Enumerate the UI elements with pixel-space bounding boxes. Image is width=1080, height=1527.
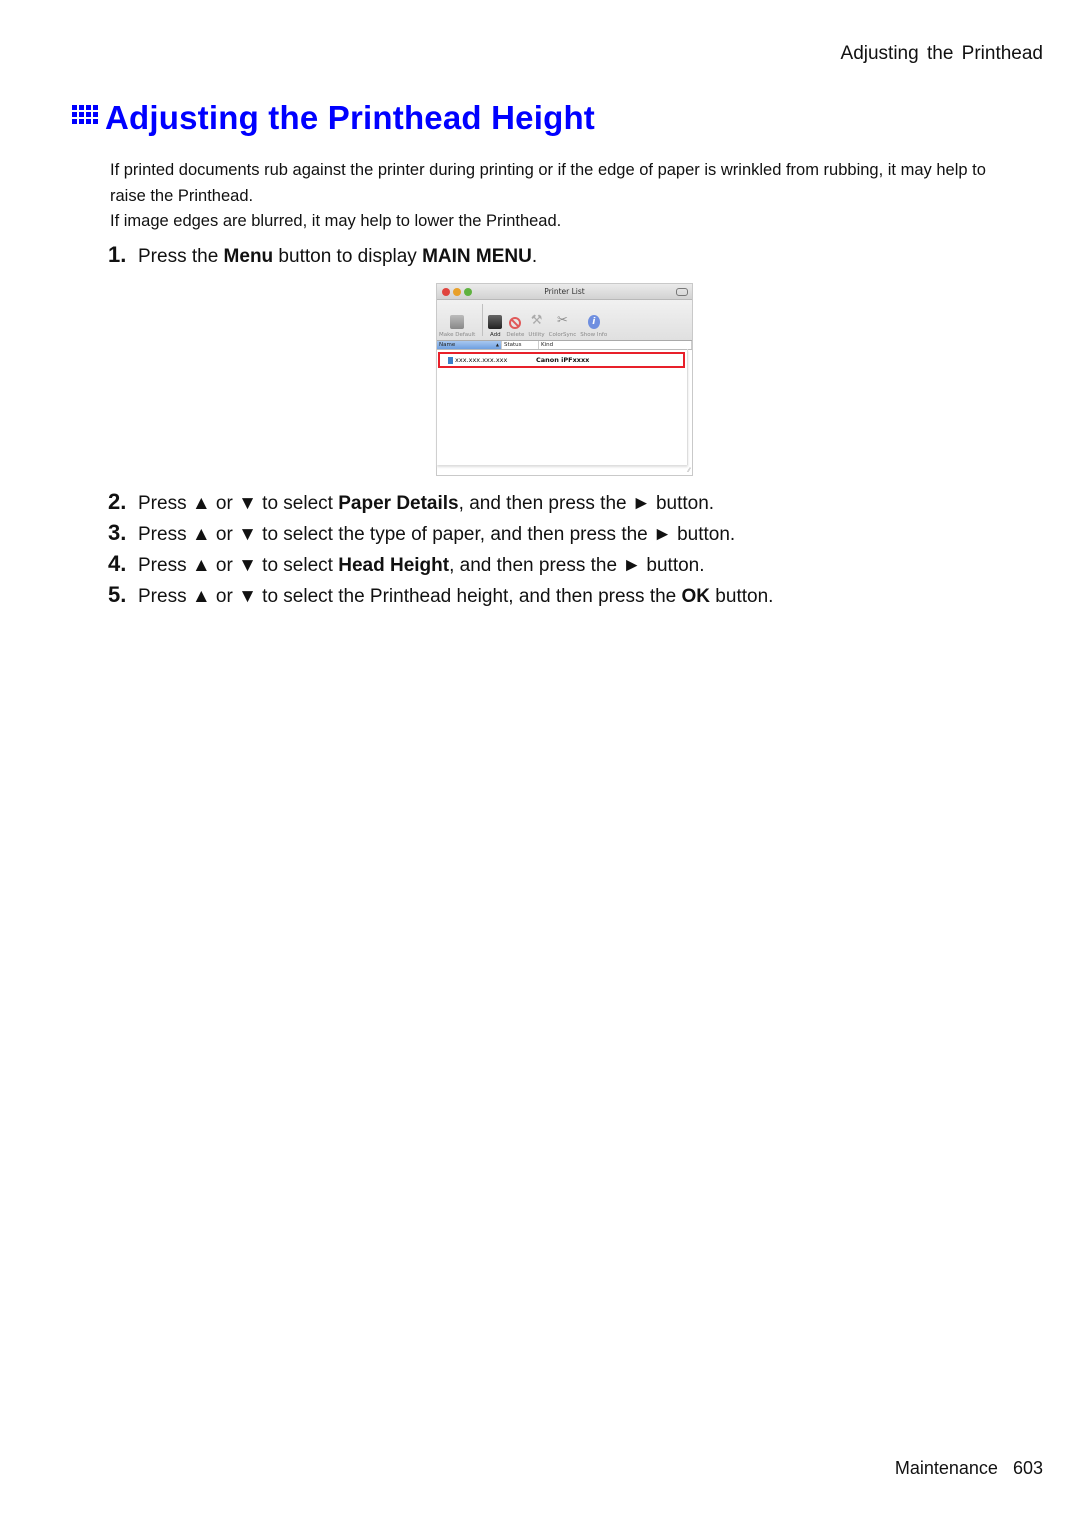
grid-icon	[72, 105, 98, 127]
step-2: 2. Press ▲ or ▼ to select Paper Details,…	[108, 489, 714, 515]
step-3: 3. Press ▲ or ▼ to select the type of pa…	[108, 520, 735, 546]
step-number: 5.	[108, 582, 127, 607]
colorsync-tool: ✂ ColorSync	[548, 312, 577, 339]
page-footer: Maintenance 603	[895, 1458, 1043, 1479]
step-text: Press ▲ or ▼ to select Paper Details, an…	[138, 493, 715, 514]
step-text: Press ▲ or ▼ to select the Printhead hei…	[138, 586, 774, 607]
make-default-tool: Make Default	[439, 315, 475, 340]
printer-name: xxx.xxx.xxx.xxx	[448, 356, 536, 364]
add-tool: Add	[488, 315, 503, 340]
printer-row-highlighted: xxx.xxx.xxx.xxx Canon iPFxxxx	[438, 352, 685, 368]
step-number: 3.	[108, 520, 127, 545]
step-1: 1. Press the Menu button to display MAIN…	[108, 242, 537, 268]
window-titlebar: Printer List	[437, 284, 692, 300]
intro-text: If printed documents rub against the pri…	[110, 158, 1000, 235]
step-number: 2.	[108, 489, 127, 514]
column-name: Name	[437, 341, 502, 349]
toolbar-toggle-icon	[676, 288, 688, 296]
step-text: Press ▲ or ▼ to select the type of paper…	[138, 524, 736, 545]
page-title: Adjusting the Printhead Height	[72, 99, 595, 137]
add-printer-icon	[488, 315, 503, 329]
step-text: Press the Menu button to display MAIN ME…	[138, 246, 538, 267]
toolbar-divider	[482, 304, 484, 336]
delete-tool: Delete	[506, 317, 524, 340]
printer-small-icon	[448, 356, 453, 364]
colorsync-icon: ✂	[556, 312, 568, 328]
delete-icon	[509, 317, 522, 329]
utility-icon: ⚒	[530, 312, 543, 328]
step-5: 5. Press ▲ or ▼ to select the Printhead …	[108, 582, 773, 608]
window-toolbar: Make Default Add Delete ⚒ Utility ✂ Colo…	[437, 300, 692, 341]
show-info-tool: i Show Info	[580, 315, 608, 338]
utility-tool: ⚒ Utility	[528, 312, 545, 339]
printer-kind: Canon iPFxxxx	[536, 356, 590, 364]
running-header: Adjusting the Printhead	[840, 43, 1043, 64]
step-4: 4. Press ▲ or ▼ to select Head Height, a…	[108, 551, 705, 577]
page-number: 603	[1012, 1458, 1043, 1478]
step-text: Press ▲ or ▼ to select Head Height, and …	[138, 555, 705, 576]
step-number: 1.	[108, 242, 127, 267]
printer-icon	[450, 315, 465, 329]
resize-grip-icon: ⁄⁄	[687, 467, 690, 474]
footer-chapter: Maintenance	[894, 1458, 998, 1478]
column-status: Status	[502, 341, 539, 349]
intro-paragraph: If image edges are blurred, it may help …	[110, 212, 562, 230]
step-number: 4.	[108, 551, 127, 576]
window-title: Printer List	[544, 287, 585, 296]
page-title-text: Adjusting the Printhead Height	[105, 99, 595, 136]
column-kind: Kind	[539, 341, 692, 349]
printer-list-screenshot: Printer List Make Default Add Delete ⚒ U…	[436, 283, 693, 476]
intro-paragraph: If printed documents rub against the pri…	[110, 161, 986, 205]
info-icon: i	[587, 315, 600, 329]
